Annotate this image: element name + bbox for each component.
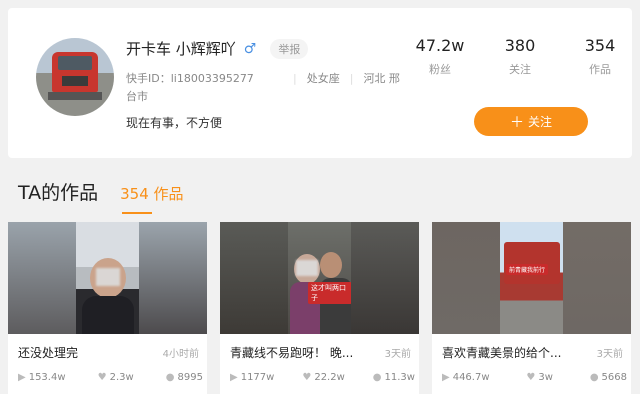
video-sticker: 前青藏我前行 (506, 264, 549, 275)
stat-works[interactable]: 354 作品 (560, 36, 640, 77)
follow-button[interactable]: ＋ 关注 (474, 107, 588, 136)
location: 河北 邢 (363, 72, 400, 85)
comment-icon: ● (372, 372, 382, 383)
plus-icon: ＋ (509, 114, 524, 131)
play-icon: ▶ (230, 372, 238, 383)
tab-underline (122, 212, 153, 214)
heart-icon: ♥ (302, 372, 312, 383)
comment-count: 8995 (177, 372, 203, 383)
comment-icon: ● (165, 372, 175, 383)
like-count: 2.3w (109, 372, 134, 383)
bio: 现在有事，不方便 (126, 116, 223, 130)
video-stats: ▶ 446.7w ♥ 3w ● 5668 (442, 372, 627, 383)
video-time: 3天前 (596, 349, 623, 360)
video-stats: ▶ 153.4w ♥ 2.3w ● 8995 (18, 372, 203, 383)
play-icon: ▶ (18, 372, 26, 383)
video-time: 3天前 (384, 349, 411, 360)
following-label: 关注 (509, 63, 531, 76)
like-count: 22.2w (314, 372, 345, 383)
heart-icon: ♥ (97, 372, 107, 383)
nickname: 开卡车 小辉辉吖 (126, 40, 236, 58)
works-label: 作品 (589, 63, 611, 76)
heart-icon: ♥ (526, 372, 536, 383)
follow-label: 关注 (527, 115, 552, 129)
play-count: 1177w (240, 372, 275, 383)
works-count: 354 (584, 36, 616, 55)
comment-icon: ● (589, 372, 599, 383)
video-thumbnail[interactable]: 这才叫两口子 (220, 222, 419, 334)
like-count: 3w (538, 372, 553, 383)
works-title: TA的作品 (18, 182, 99, 204)
comment-count: 5668 (601, 372, 627, 383)
profile-card: 开卡车 小辉辉吖 ♂ 举报 快手ID：li18003395277 | 处女座 | 河北… (8, 8, 632, 158)
video-title: 青藏线不易跑呀！ 晚... (230, 346, 354, 360)
video-stats: ▶ 1177w ♥ 22.2w ● 11.3w (230, 372, 415, 383)
works-header: TA的作品 354 作品 (18, 178, 184, 214)
video-title: 喜欢青藏美景的给个... (442, 346, 562, 360)
nickname-row: 开卡车 小辉辉吖 ♂ 举报 (126, 38, 309, 59)
stats-row: 47.2w 粉丝 380 关注 354 作品 (400, 36, 640, 77)
kuaishou-id: 快手ID：li18003395277 (126, 72, 254, 85)
stat-fans[interactable]: 47.2w 粉丝 (400, 36, 480, 77)
play-icon: ▶ (442, 372, 450, 383)
video-thumbnail[interactable]: 前青藏我前行 (432, 222, 631, 334)
video-card[interactable]: 这才叫两口子 青藏线不易跑呀！ 晚... 3天前 ▶ 1177w ♥ 22.2w ●… (220, 222, 419, 394)
male-icon: ♂ (243, 40, 257, 57)
stat-following[interactable]: 380 关注 (480, 36, 560, 77)
fans-count: 47.2w (415, 36, 465, 55)
zodiac: 处女座 (306, 72, 340, 85)
zodiac-row: | 处女座 | 河北 邢 (293, 72, 400, 85)
fans-label: 粉丝 (429, 63, 451, 76)
video-card[interactable]: 前青藏我前行 喜欢青藏美景的给个... 3天前 ▶ 446.7w ♥ 3w ● 566… (432, 222, 631, 394)
video-thumbnail[interactable] (8, 222, 207, 334)
video-sticker: 这才叫两口子 (308, 282, 352, 304)
following-count: 380 (504, 36, 536, 55)
play-count: 446.7w (452, 372, 490, 383)
report-button[interactable]: 举报 (270, 38, 309, 59)
comment-count: 11.3w (384, 372, 415, 383)
video-time: 4小时前 (162, 349, 199, 360)
video-title: 还没处理完 (18, 346, 79, 360)
tab-works[interactable]: 354 作品 (120, 183, 184, 214)
avatar[interactable] (36, 38, 114, 116)
tab-works-label: 354 作品 (120, 185, 184, 203)
location-continued: 台市 (126, 90, 148, 103)
play-count: 153.4w (28, 372, 66, 383)
video-card[interactable]: 还没处理完 4小时前 ▶ 153.4w ♥ 2.3w ● 8995 (8, 222, 207, 394)
